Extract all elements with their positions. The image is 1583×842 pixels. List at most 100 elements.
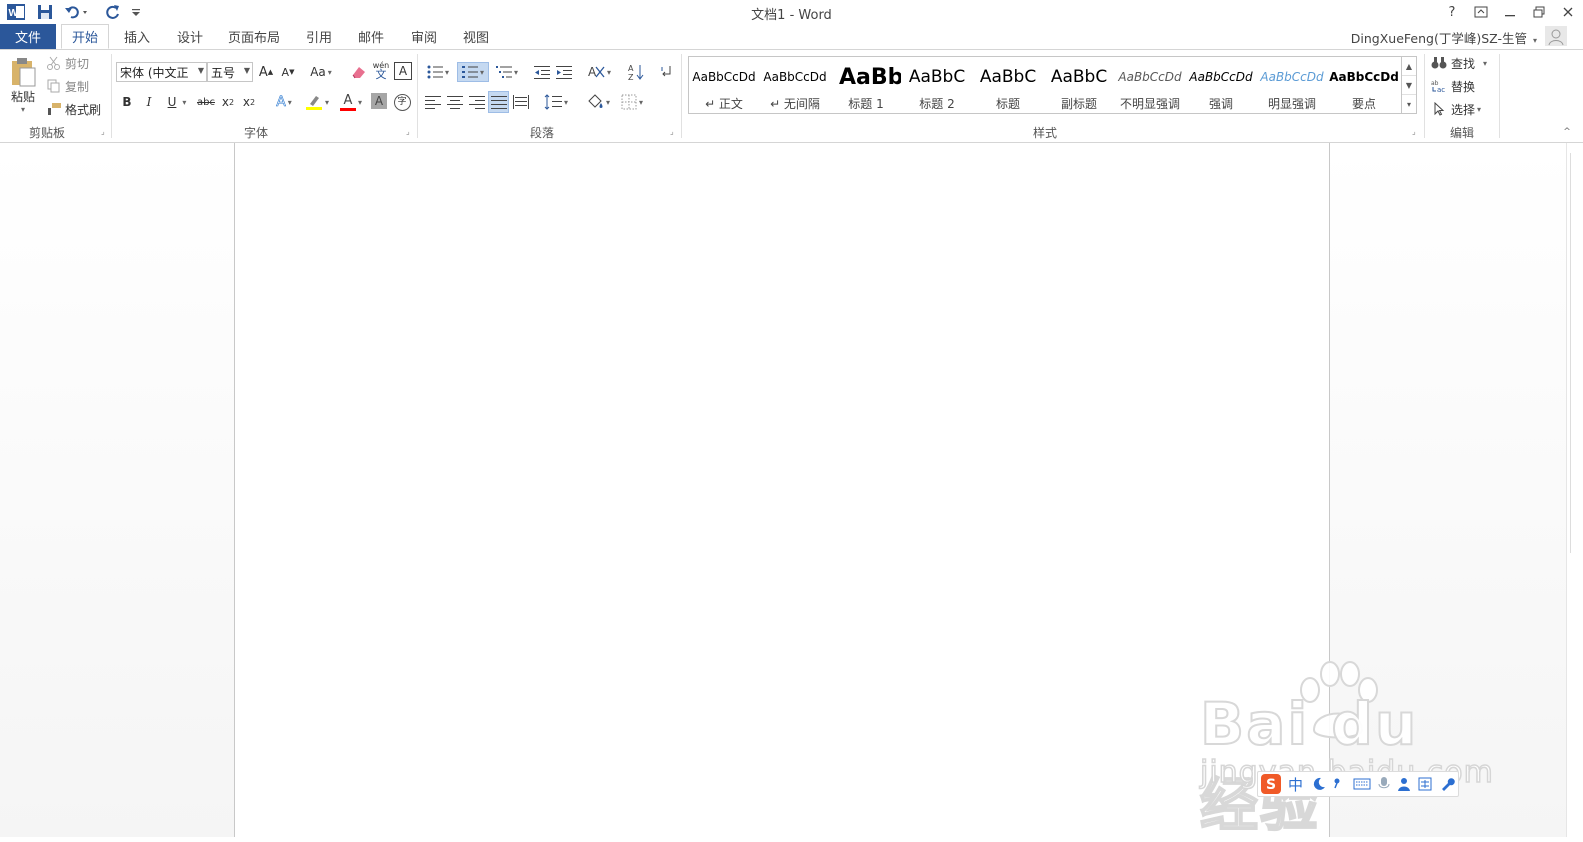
cursor-arrow-icon (1434, 102, 1445, 116)
shading-button[interactable]: ▾ (583, 92, 613, 112)
chinese-layout-button[interactable]: A ▾ (584, 62, 614, 82)
styles-group-label: 样式 (1032, 126, 1057, 140)
text-highlight-button[interactable]: ▾ (302, 92, 332, 112)
decrease-indent-icon (534, 66, 550, 79)
paste-button[interactable]: 粘贴 ▾ (6, 54, 40, 116)
phonetic-guide-button[interactable]: wén 文 (371, 60, 391, 80)
change-case-button[interactable]: Aa ▾ (305, 62, 337, 82)
format-painter-icon (48, 103, 61, 115)
underline-button[interactable]: U ▾ (163, 92, 191, 112)
multilevel-list-icon (495, 66, 512, 78)
tab-file[interactable]: 文件 (0, 24, 56, 49)
align-center-button[interactable] (445, 92, 465, 112)
show-formatting-marks-button[interactable] (657, 62, 675, 82)
style-emphasis[interactable]: AaBbCcDd 强调 (1186, 59, 1256, 111)
style-title[interactable]: AaBbC 标题 (973, 59, 1043, 111)
restore-button[interactable] (1528, 2, 1550, 22)
tab-page-layout[interactable]: 页面布局 (224, 24, 284, 49)
line-spacing-button[interactable]: ▾ (541, 92, 571, 112)
style-intense-emphasis[interactable]: AaBbCcDd 明显强调 (1257, 59, 1327, 111)
select-button[interactable]: 选择 ▾ (1431, 99, 1481, 119)
tab-view[interactable]: 视图 (456, 24, 496, 49)
punctuation-icon[interactable] (1333, 776, 1345, 792)
wrench-icon[interactable] (1439, 776, 1455, 792)
voice-icon[interactable] (1377, 776, 1391, 792)
style-heading-2[interactable]: AaBbC 标题 2 (902, 59, 972, 111)
align-right-button[interactable] (467, 92, 487, 112)
italic-button[interactable]: I (142, 92, 156, 112)
close-button[interactable] (1557, 2, 1579, 22)
shrink-font-button[interactable]: A ▼ (279, 62, 297, 82)
text-effects-button[interactable]: A ▾ (270, 92, 298, 112)
enclose-characters-button[interactable]: 字 (393, 92, 411, 112)
distributed-button[interactable] (511, 92, 531, 112)
style-heading-1[interactable]: AaBb 标题 1 (831, 59, 901, 112)
styles-gallery-scroll: ▲ ▼ ▾ (1401, 57, 1416, 113)
style-subtitle[interactable]: AaBbC 副标题 (1044, 59, 1114, 111)
tab-references[interactable]: 引用 (299, 24, 339, 49)
character-border-button[interactable]: A (394, 62, 412, 80)
find-button[interactable]: 查找 ▾ (1431, 53, 1487, 73)
gallery-scroll-up-icon[interactable]: ▲ (1402, 57, 1416, 76)
document-page[interactable] (234, 143, 1330, 837)
tab-mailings[interactable]: 邮件 (351, 24, 391, 49)
user-avatar[interactable] (1545, 26, 1567, 46)
user-account-name[interactable]: DingXueFeng(丁学峰)SZ-生管 ▾ (1351, 28, 1537, 47)
superscript-button[interactable]: x2 (240, 92, 258, 112)
user-ime-icon[interactable] (1397, 776, 1411, 792)
replace-button[interactable]: ab ac 替换 (1431, 76, 1475, 96)
ime-toolbar[interactable]: S 中 (1257, 771, 1459, 797)
styles-dialog-launcher[interactable]: ⌟ (1412, 128, 1420, 136)
tab-home[interactable]: 开始 (61, 24, 109, 49)
help-button[interactable]: ? (1441, 2, 1463, 22)
subscript-button[interactable]: x2 (219, 92, 237, 112)
font-family-combo[interactable]: 宋体 (中文正 ▼ (116, 62, 207, 82)
increase-indent-button[interactable] (554, 62, 574, 82)
copy-button[interactable]: 复制 (46, 76, 89, 96)
format-painter-button[interactable]: 格式刷 (46, 99, 101, 119)
ime-mode[interactable]: 中 (1288, 774, 1303, 795)
tab-review[interactable]: 审阅 (404, 24, 444, 49)
style-normal[interactable]: AaBbCcDd ↵ 正文 (689, 59, 759, 111)
scrollbar-thumb[interactable] (1570, 153, 1581, 553)
character-shading-button[interactable]: A (371, 93, 387, 109)
align-left-button[interactable] (423, 92, 443, 112)
sort-button[interactable]: AZ (626, 62, 646, 82)
bold-button[interactable]: B (120, 92, 134, 112)
style-no-spacing[interactable]: AaBbCcDd ↵ 无间隔 (760, 59, 830, 111)
group-separator (681, 54, 682, 138)
font-size-combo[interactable]: 五号 ▼ (207, 62, 253, 82)
tab-insert[interactable]: 插入 (117, 24, 157, 49)
tab-design[interactable]: 设计 (170, 24, 210, 49)
borders-button[interactable]: ▾ (617, 92, 647, 112)
moon-icon[interactable] (1311, 776, 1327, 792)
keyboard-icon[interactable] (1353, 777, 1371, 791)
decrease-indent-button[interactable] (532, 62, 552, 82)
strikethrough-button[interactable]: abc (195, 92, 217, 112)
gallery-more-icon[interactable]: ▾ (1402, 95, 1416, 113)
cut-button[interactable]: 剪切 (46, 53, 89, 73)
clear-formatting-button[interactable] (348, 62, 370, 82)
minimize-button[interactable] (1499, 2, 1521, 22)
binoculars-icon (1431, 57, 1447, 69)
clipboard-dialog-launcher[interactable]: ⌟ (101, 128, 109, 136)
font-color-button[interactable]: A ▾ (336, 92, 366, 112)
simplified-chinese-icon[interactable] (1417, 776, 1433, 792)
style-strong[interactable]: AaBbCcDd 要点 (1328, 59, 1400, 111)
grow-font-button[interactable]: A ▲ (257, 62, 275, 82)
bullets-button[interactable]: ▾ (423, 62, 453, 82)
justify-button[interactable] (488, 91, 509, 113)
select-label: 选择 (1451, 102, 1476, 117)
style-name: ↵ 无间隔 (770, 97, 820, 111)
collapse-ribbon-icon[interactable]: ^ (1560, 122, 1574, 142)
ribbon-display-options-icon[interactable] (1470, 2, 1492, 22)
bullet-list-icon (427, 65, 443, 79)
numbering-button[interactable]: ▾ (457, 62, 489, 82)
multilevel-list-button[interactable]: ▾ (492, 62, 522, 82)
vertical-scrollbar[interactable] (1566, 143, 1583, 837)
paragraph-group-label: 段落 (529, 126, 554, 140)
paragraph-dialog-launcher[interactable]: ⌟ (670, 128, 678, 136)
style-subtle-emphasis[interactable]: AaBbCcDd 不明显强调 (1115, 59, 1185, 111)
font-dialog-launcher[interactable]: ⌟ (406, 128, 414, 136)
gallery-scroll-down-icon[interactable]: ▼ (1402, 76, 1416, 95)
